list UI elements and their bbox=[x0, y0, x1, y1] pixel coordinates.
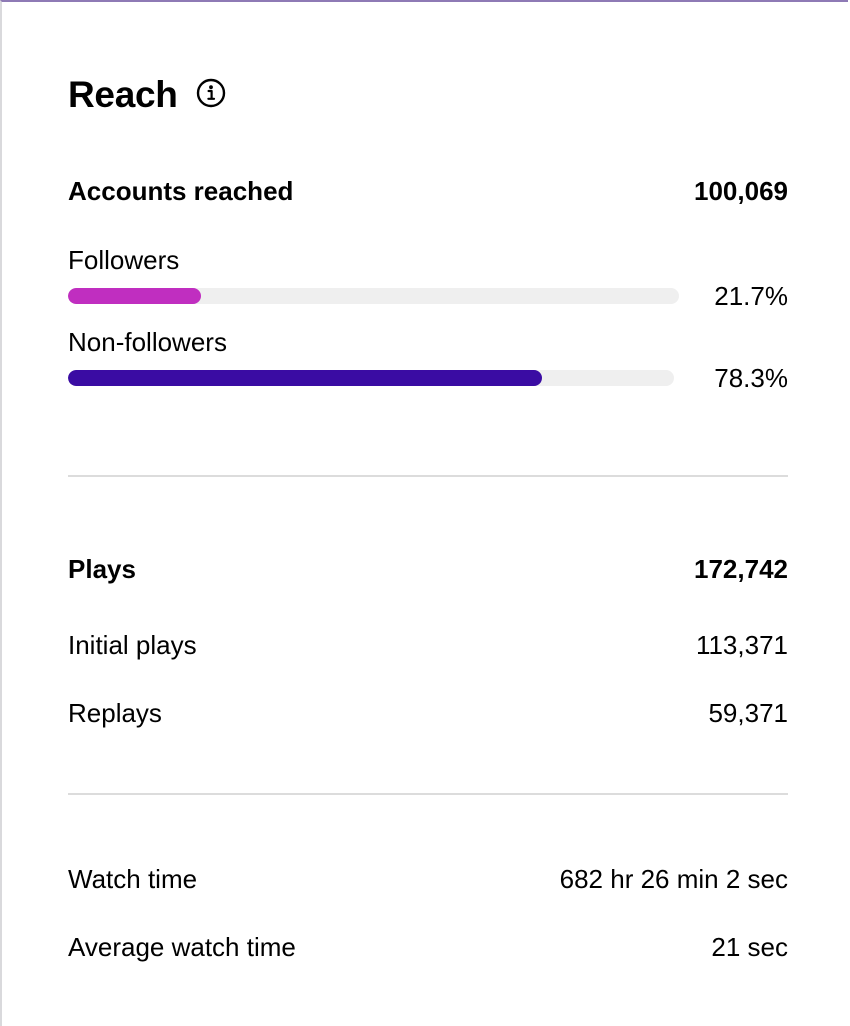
initial-plays-row: Initial plays 113,371 bbox=[68, 629, 788, 661]
replays-row: Replays 59,371 bbox=[68, 697, 788, 729]
accounts-reached-label: Accounts reached bbox=[68, 176, 294, 206]
average-watch-time-label: Average watch time bbox=[68, 932, 296, 962]
watch-time-label: Watch time bbox=[68, 864, 198, 894]
reach-panel: Reach Accounts reached 100,069 Followers… bbox=[0, 0, 848, 1026]
average-watch-time-row: Average watch time 21 sec bbox=[68, 931, 788, 963]
plays-value: 172,742 bbox=[694, 554, 788, 584]
watch-time-row: Watch time 682 hr 26 min 2 sec bbox=[68, 863, 788, 895]
info-icon-glyph bbox=[196, 78, 225, 108]
initial-plays-label: Initial plays bbox=[68, 630, 197, 660]
non-followers-bar-track bbox=[68, 370, 674, 386]
plays-label: Plays bbox=[68, 554, 136, 584]
followers-bar-track bbox=[68, 288, 679, 304]
accounts-reached-value: 100,069 bbox=[694, 176, 788, 206]
initial-plays-value: 113,371 bbox=[695, 630, 788, 660]
non-followers-label: Non-followers bbox=[68, 327, 227, 357]
followers-bar-fill bbox=[68, 288, 201, 304]
plays-row: Plays 172,742 bbox=[68, 553, 788, 585]
replays-label: Replays bbox=[68, 698, 162, 728]
non-followers-percent: 78.3% bbox=[714, 363, 788, 393]
followers-percent: 21.7% bbox=[714, 281, 788, 311]
info-icon[interactable] bbox=[196, 78, 226, 108]
followers-label: Followers bbox=[68, 245, 180, 275]
watch-time-value: 682 hr 26 min 2 sec bbox=[559, 864, 788, 894]
replays-value: 59,371 bbox=[708, 698, 788, 728]
divider bbox=[68, 793, 788, 795]
reach-header: Reach bbox=[68, 72, 226, 118]
average-watch-time-value: 21 sec bbox=[711, 932, 788, 962]
reach-card: Reach Accounts reached 100,069 Followers… bbox=[68, 2, 788, 1026]
divider bbox=[68, 475, 788, 477]
accounts-reached-row: Accounts reached 100,069 bbox=[68, 175, 788, 207]
reach-title: Reach bbox=[68, 74, 178, 115]
non-followers-bar-fill bbox=[68, 370, 543, 386]
